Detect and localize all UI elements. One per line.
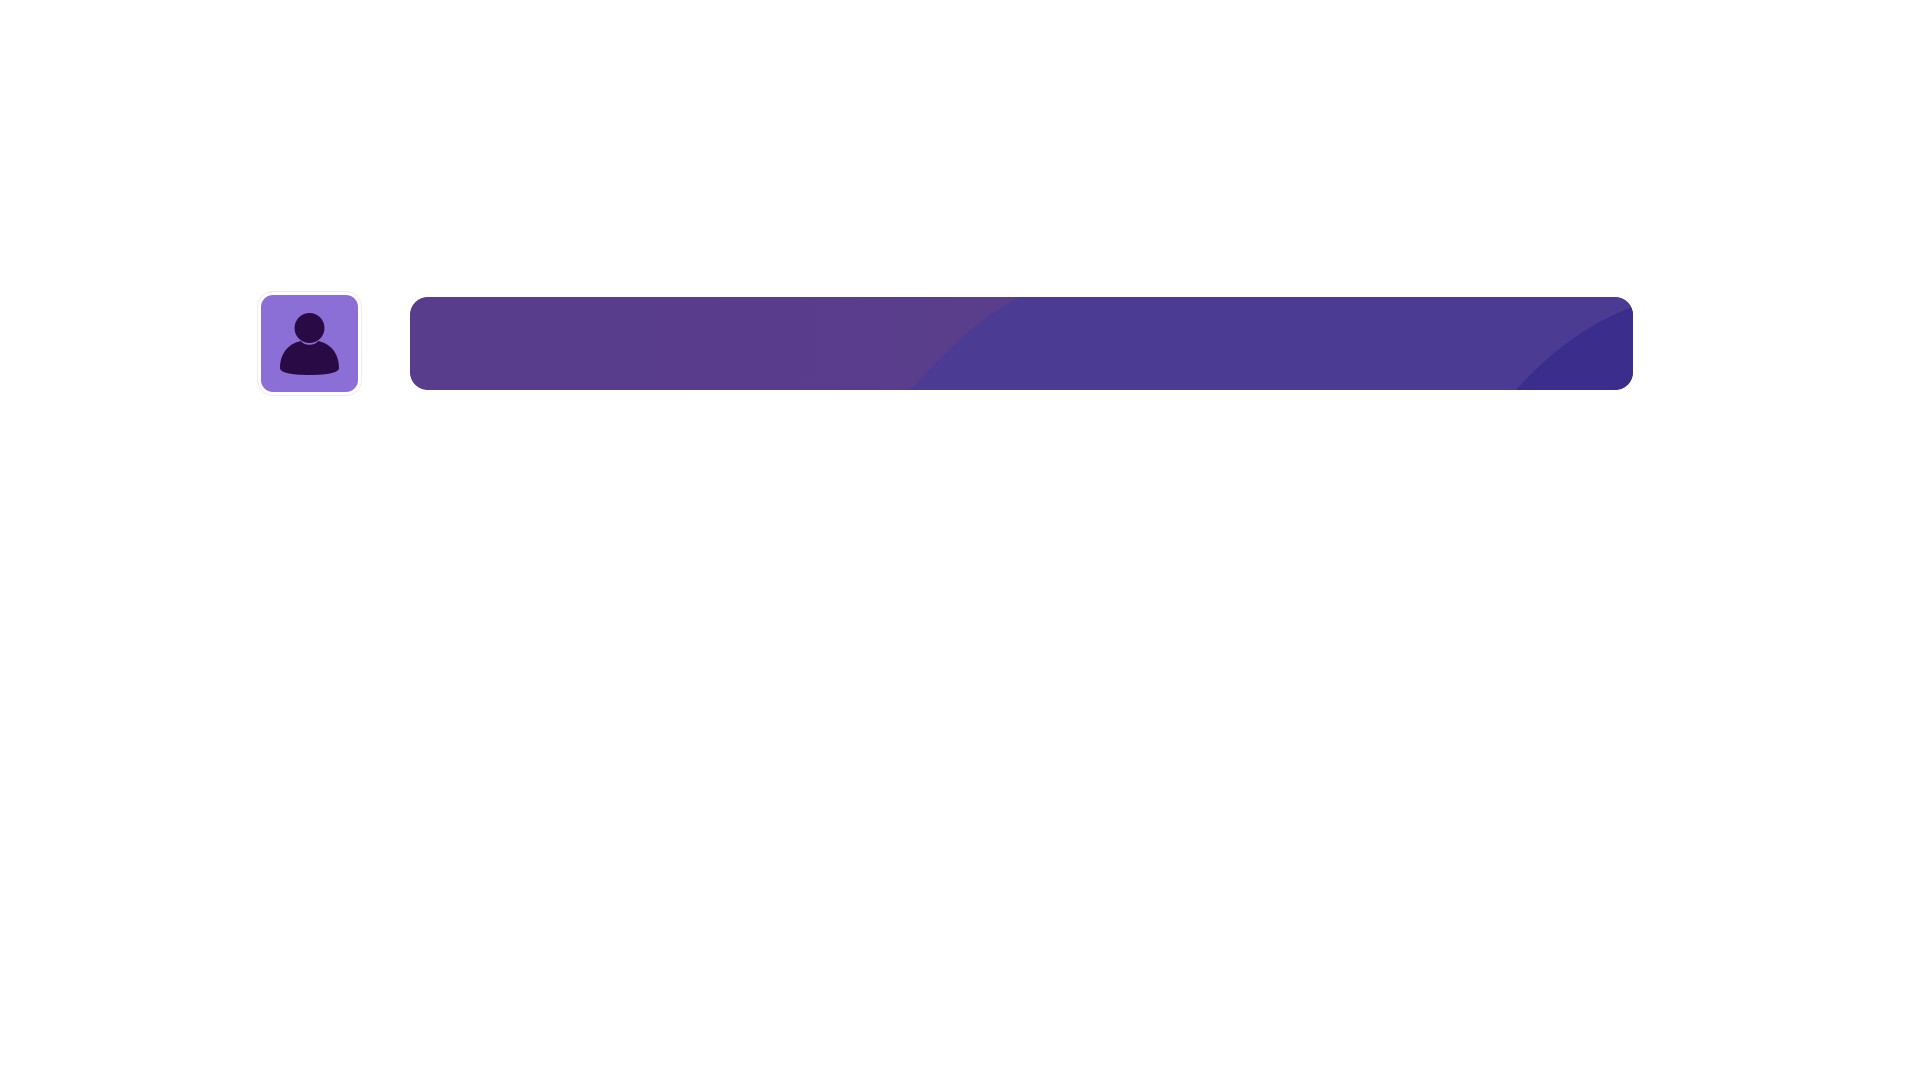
user-icon	[280, 313, 339, 375]
banner-background	[410, 297, 1633, 390]
profile-banner	[410, 297, 1633, 390]
avatar[interactable]	[261, 295, 358, 392]
page-stage	[0, 0, 1920, 1080]
